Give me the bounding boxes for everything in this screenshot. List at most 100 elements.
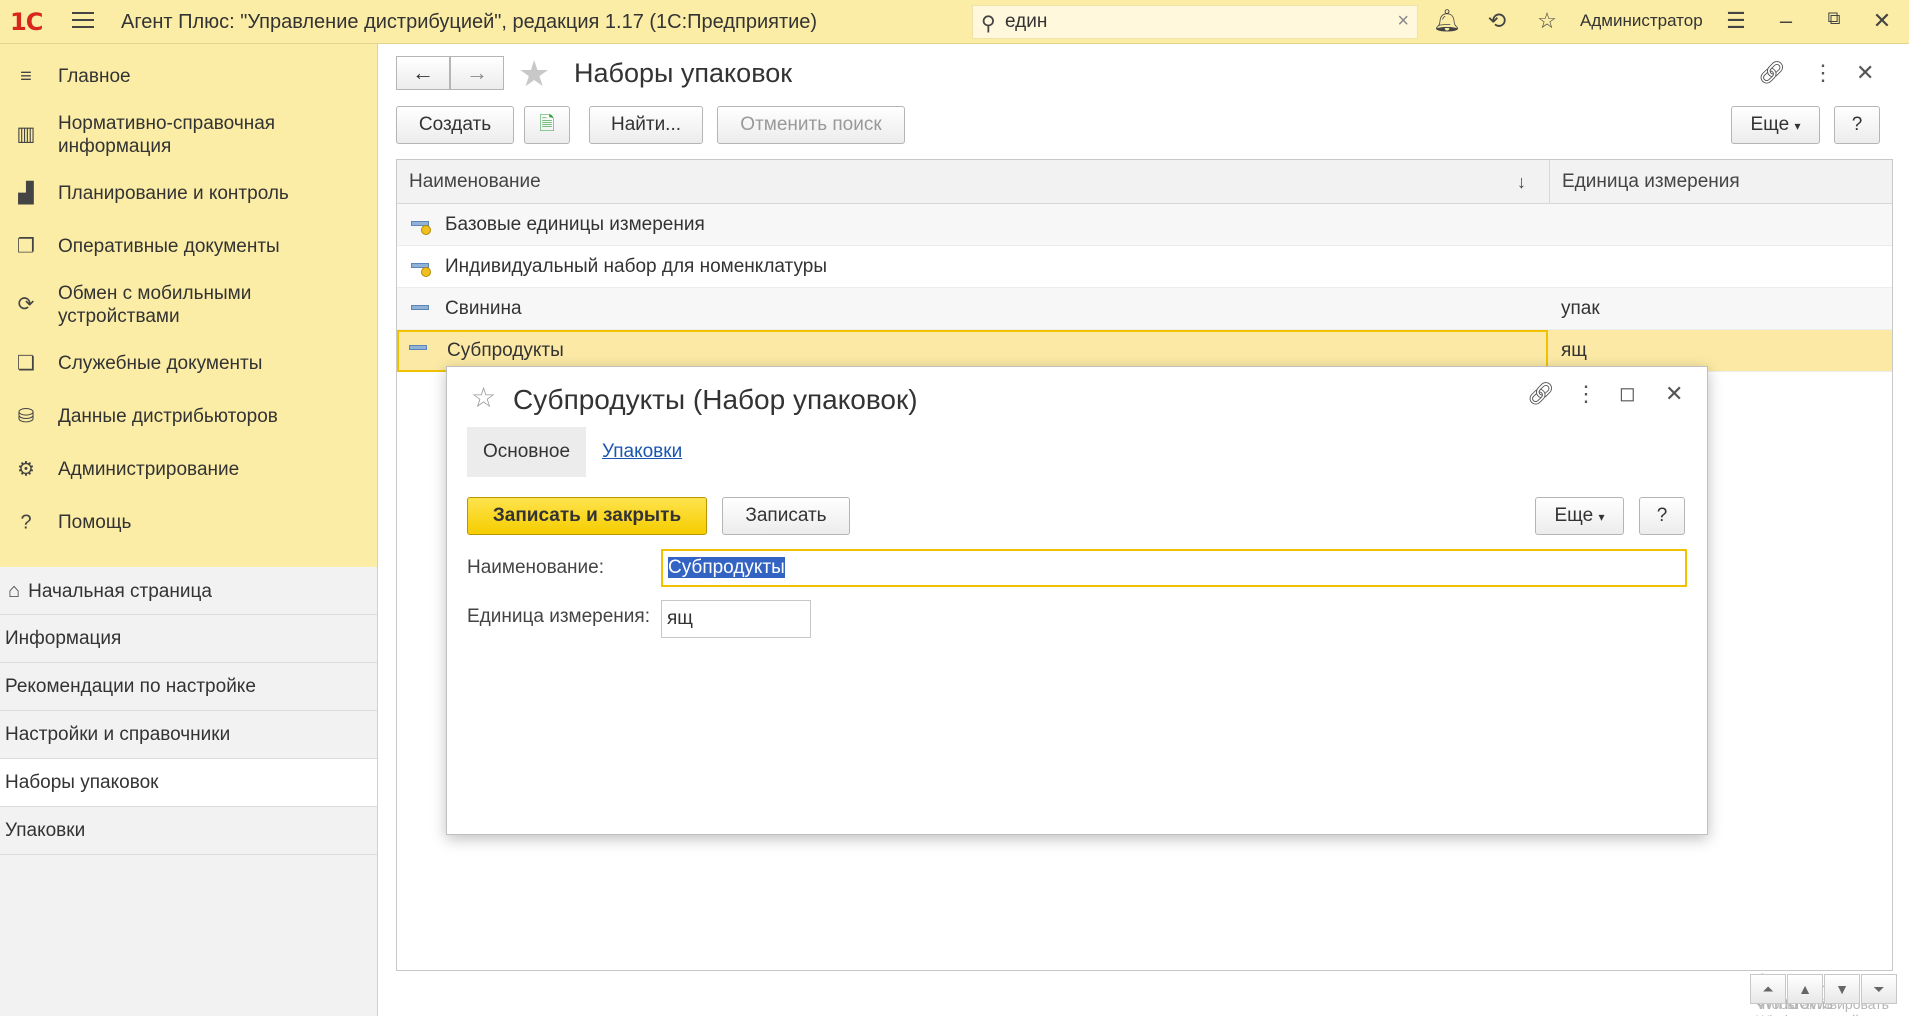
tab-packages[interactable]: Упаковки [602, 427, 682, 477]
maximize-icon[interactable]: ◻ [1619, 381, 1636, 406]
section-operational-docs[interactable]: ❐ Оперативные документы [0, 220, 377, 273]
scroll-top-icon: ⏶ [1762, 981, 1774, 997]
section-main[interactable]: ≡ Главное [0, 50, 377, 103]
more-label: Еще [1750, 114, 1790, 135]
global-search[interactable]: ⚲ × [972, 5, 1418, 39]
unit-label: Единица измерения: [467, 606, 650, 627]
unit-field[interactable]: ящ [661, 600, 811, 638]
table-row[interactable]: Базовые единицы измерения [397, 204, 1892, 246]
user-name[interactable]: Администратор [1580, 11, 1703, 31]
settings-menu-icon[interactable]: ☰ [1722, 8, 1750, 34]
row-name: Индивидуальный набор для номенклатуры [445, 256, 827, 277]
section-label: Оперативные документы [58, 236, 280, 257]
help-button[interactable]: ? [1639, 497, 1685, 535]
nav-label: Настройки и справочники [5, 724, 231, 745]
search-icon: ⚲ [981, 13, 996, 35]
close-form-icon[interactable]: ✕ [1856, 60, 1874, 86]
help-button[interactable]: ? [1834, 106, 1880, 144]
section-label: Администрирование [58, 459, 240, 480]
more-actions-icon[interactable]: ⋮ [1575, 381, 1597, 407]
section-service-docs[interactable]: ❏ Служебные документы [0, 337, 377, 390]
app-logo: 1С [10, 8, 43, 36]
documents-icon: ❐ [17, 235, 35, 257]
section-administration[interactable]: ⚙ Администрирование [0, 443, 377, 496]
more-button[interactable]: Еще ▾ [1535, 497, 1624, 535]
tab-main[interactable]: Основное [467, 427, 586, 477]
row-name: Базовые единицы измерения [445, 214, 705, 235]
section-label: Нормативно-справочная информация [58, 113, 276, 157]
save-and-close-button[interactable]: Записать и закрыть [467, 497, 707, 535]
column-unit-label: Единица измерения [1562, 171, 1740, 192]
library-icon: ▥ [16, 123, 36, 146]
create-button[interactable]: Создать [396, 106, 514, 144]
search-input[interactable] [1005, 10, 1365, 34]
nav-settings[interactable]: Настройки и справочники [0, 711, 377, 759]
back-button[interactable]: ← [396, 56, 450, 90]
main-menu-icon[interactable] [72, 12, 94, 30]
save-button[interactable]: Записать [722, 497, 850, 535]
favorites-star-icon[interactable]: ☆ [1533, 8, 1561, 34]
section-help[interactable]: ? Помощь [0, 496, 377, 549]
link-icon[interactable]: 🔗︎ [1758, 60, 1786, 86]
section-label: Главное [58, 66, 131, 87]
scroll-down-icon: ▼ [1835, 981, 1849, 997]
dropdown-arrow-icon: ▾ [1794, 119, 1801, 133]
table-row[interactable]: Индивидуальный набор для номенклатуры [397, 246, 1892, 288]
nav-label: Рекомендации по настройке [5, 676, 256, 697]
find-button[interactable]: Найти... [589, 106, 703, 144]
nav-package-sets[interactable]: Наборы упаковок [0, 759, 377, 807]
nav-recommendations[interactable]: Рекомендации по настройке [0, 663, 377, 711]
favorite-star-icon[interactable]: ☆ [471, 381, 496, 414]
section-mobile-exchange[interactable]: ⟳ Обмен с мобильными устройствами [0, 273, 377, 337]
nav-information[interactable]: Информация [0, 615, 377, 663]
close-dialog-icon[interactable]: ✕ [1665, 381, 1683, 407]
scroll-down-button[interactable]: ▼ [1824, 974, 1860, 1004]
cancel-search-button[interactable]: Отменить поиск [717, 106, 905, 144]
scroll-up-button[interactable]: ▲ [1787, 974, 1823, 1004]
more-button[interactable]: Еще ▾ [1731, 106, 1820, 144]
dialog-title: Субпродукты (Набор упаковок) [513, 384, 918, 415]
column-name-label: Наименование [409, 171, 541, 192]
column-name-header[interactable]: Наименование [397, 160, 1549, 204]
row-unit [1549, 204, 1894, 246]
nav-home[interactable]: ⌂ Начальная страница [0, 567, 377, 615]
sidebar: ≡ Главное ▥ Нормативно-справочная информац… [0, 44, 378, 1016]
forward-button[interactable]: → [450, 56, 504, 90]
copy-button[interactable]: 🗎︎ [524, 106, 570, 144]
table-header: Наименование ↓ Единица измерения [397, 160, 1892, 204]
section-reference[interactable]: ▥ Нормативно-справочная информация [0, 103, 377, 167]
column-unit-header[interactable]: Единица измерения [1549, 160, 1894, 204]
dropdown-arrow-icon: ▾ [1598, 510, 1605, 524]
name-field[interactable]: Субпродукты [661, 549, 1687, 587]
name-value: Субпродукты [668, 557, 785, 578]
more-actions-icon[interactable]: ⋮ [1812, 60, 1834, 86]
list-icon: ≡ [20, 65, 32, 87]
name-label: Наименование: [467, 557, 604, 578]
table-row[interactable]: Свинина упак [397, 288, 1892, 330]
service-docs-icon: ❏ [17, 352, 35, 374]
favorite-star-icon[interactable]: ★ [518, 53, 550, 95]
sort-arrow-icon: ↓ [1517, 172, 1526, 192]
restore-icon[interactable]: ⧉ [1820, 8, 1848, 29]
nav-label: Упаковки [5, 820, 86, 841]
clear-search-icon[interactable]: × [1397, 10, 1409, 33]
link-icon[interactable]: 🔗︎ [1527, 381, 1555, 407]
nav-packages[interactable]: Упаковки [0, 807, 377, 855]
row-unit: упак [1561, 298, 1600, 319]
history-icon[interactable]: ⟲ [1483, 8, 1511, 34]
minimize-icon[interactable]: – [1772, 8, 1800, 34]
scroll-bottom-button[interactable]: ⏷ [1861, 974, 1897, 1004]
item-dialog: ☆ Субпродукты (Набор упаковок) 🔗︎ ⋮ ◻ ✕ … [446, 366, 1708, 835]
nav-label: Информация [5, 628, 122, 649]
close-window-icon[interactable]: ✕ [1868, 8, 1896, 34]
section-distributors[interactable]: ⛁ Данные дистрибьюторов [0, 390, 377, 443]
unit-value: ящ [667, 608, 693, 629]
row-name: Свинина [445, 298, 522, 319]
home-icon: ⌂ [8, 580, 21, 602]
gear-icon: ⚙ [17, 458, 35, 480]
section-label: Обмен с мобильными устройствами [58, 283, 252, 327]
scroll-top-button[interactable]: ⏶ [1750, 974, 1786, 1004]
section-planning[interactable]: ▟ Планирование и контроль [0, 167, 377, 220]
bell-icon[interactable]: 🔔︎ [1433, 8, 1461, 34]
arrow-right-icon: → [466, 60, 488, 85]
